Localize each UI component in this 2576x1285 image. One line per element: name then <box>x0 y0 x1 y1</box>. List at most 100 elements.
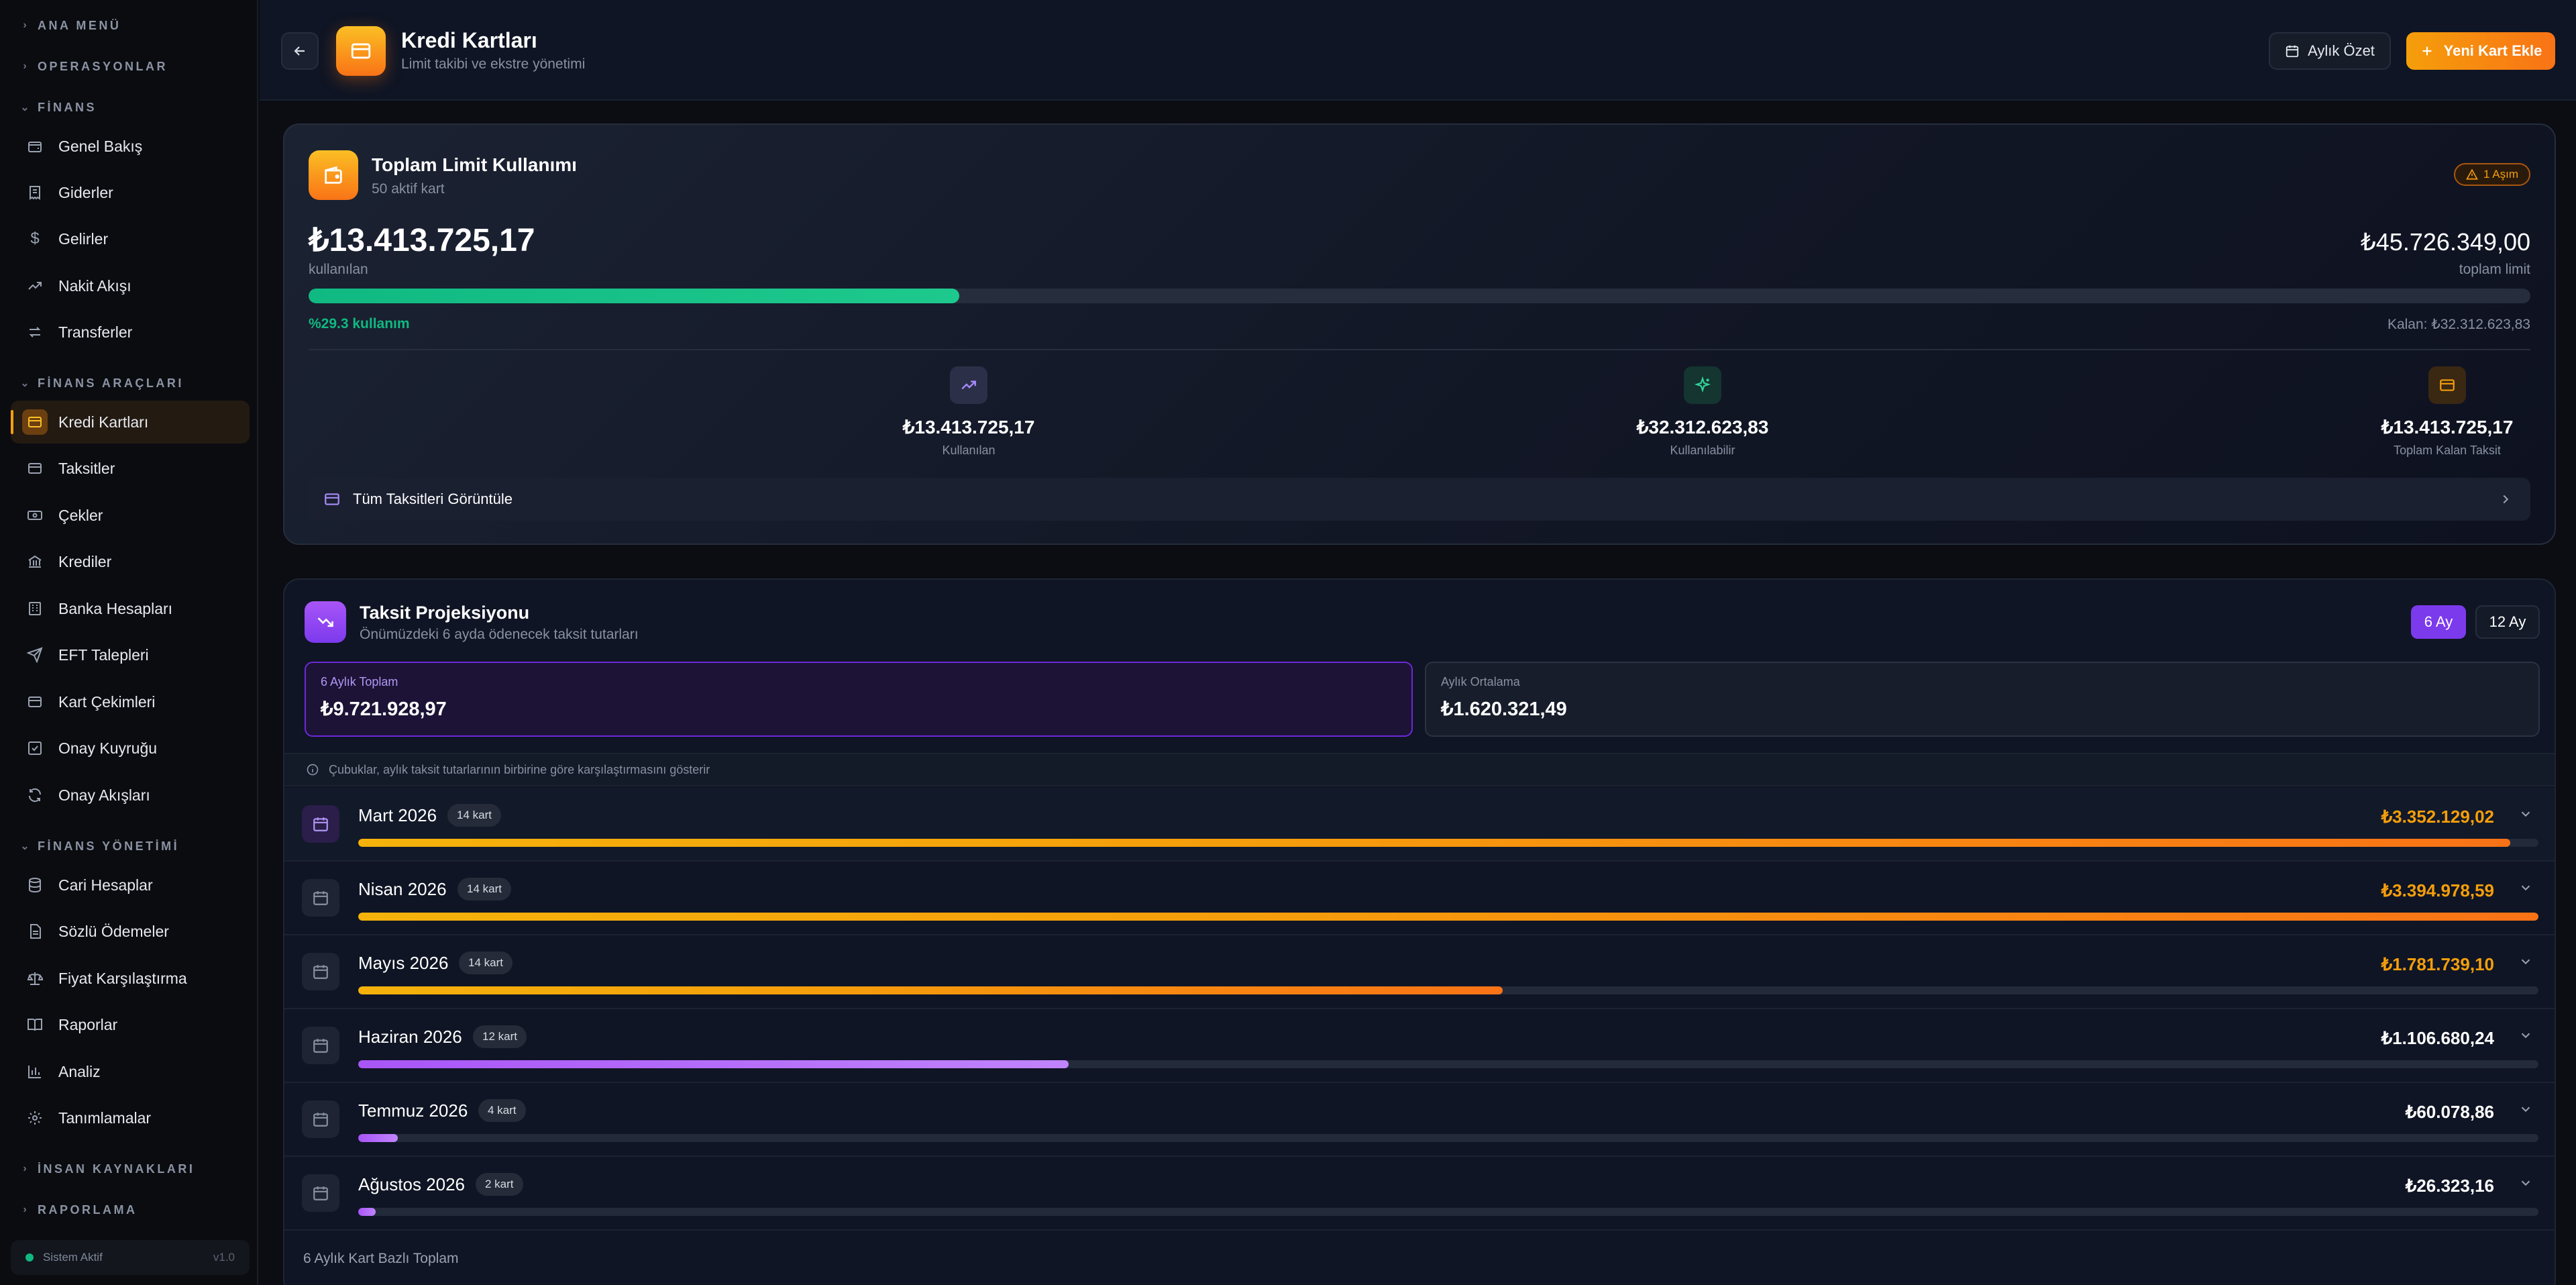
sidebar-item-bank-accounts[interactable]: Banka Hesapları <box>11 587 250 630</box>
chevron-down-icon[interactable] <box>2518 1102 2533 1117</box>
sidebar-item-loans[interactable]: Krediler <box>11 540 250 583</box>
send-icon <box>25 646 44 664</box>
plus-icon <box>2422 46 2432 56</box>
chevron-down-icon[interactable] <box>2518 954 2533 969</box>
sidebar-item-definitions[interactable]: Tanımlamalar <box>11 1096 250 1139</box>
section-human-resources[interactable]: › İNSAN KAYNAKLARI <box>20 1155 195 1182</box>
trend-up-icon <box>25 276 44 295</box>
sidebar-item-overview[interactable]: Genel Bakış <box>11 125 250 168</box>
used-label: kullanılan <box>309 262 368 277</box>
sidebar-item-analysis[interactable]: Analiz <box>11 1050 250 1093</box>
stat-value: ₺32.312.623,83 <box>1636 417 1769 438</box>
over-limit-badge[interactable]: 1 Aşım <box>2454 163 2530 186</box>
month-row[interactable]: Mart 2026 14 kart ₺3.352.129,02 <box>284 788 2555 862</box>
card-count-badge: 2 kart <box>476 1173 523 1196</box>
month-amount: ₺1.106.680,24 <box>2381 1028 2494 1048</box>
sidebar-item-card-withdrawals[interactable]: Kart Çekimleri <box>11 680 250 723</box>
sidebar: › ANA MENÜ › OPERASYONLAR ⌄ FİNANS Genel… <box>0 0 258 1285</box>
view-all-installments-button[interactable]: Tüm Taksitleri Görüntüle <box>309 478 2530 521</box>
bank-icon <box>25 552 44 571</box>
calendar-icon <box>302 953 339 990</box>
month-bar-track <box>358 1134 2538 1142</box>
sidebar-item-approval-queue[interactable]: Onay Kuyruğu <box>11 727 250 770</box>
usage-progress-bar <box>309 289 2530 303</box>
chevron-down-icon[interactable] <box>2518 880 2533 895</box>
section-operations[interactable]: › OPERASYONLAR <box>20 53 168 80</box>
month-bar-fill <box>358 986 1503 994</box>
credit-card-icon <box>22 409 48 435</box>
card-count-badge: 14 kart <box>459 952 513 974</box>
section-finance[interactable]: ⌄ FİNANS <box>20 94 97 121</box>
check-square-icon <box>25 739 44 758</box>
month-amount: ₺60.078,86 <box>2405 1102 2494 1122</box>
add-new-card-button[interactable]: Yeni Kart Ekle <box>2406 32 2555 70</box>
sidebar-item-installments[interactable]: Taksitler <box>11 447 250 490</box>
card-based-total-label: 6 Aylık Kart Bazlı Toplam <box>303 1251 459 1266</box>
month-row[interactable]: Mayıs 2026 14 kart ₺1.781.739,10 <box>284 935 2555 1009</box>
sidebar-item-price-comparison[interactable]: Fiyat Karşılaştırma <box>11 957 250 1000</box>
calendar-icon <box>302 1027 339 1064</box>
refresh-icon <box>25 786 44 805</box>
sidebar-item-cash-flow[interactable]: Nakit Akışı <box>11 264 250 307</box>
sidebar-item-approval-flows[interactable]: Onay Akışları <box>11 774 250 817</box>
tab-12-months[interactable]: 12 Ay <box>2475 605 2540 639</box>
page-title: Kredi Kartları <box>401 28 537 52</box>
sidebar-item-eft-requests[interactable]: EFT Talepleri <box>11 633 250 676</box>
chevron-down-icon: ⌄ <box>20 841 30 852</box>
monthly-summary-button[interactable]: Aylık Özet <box>2269 32 2391 70</box>
month-bar-track <box>358 1208 2538 1216</box>
chevron-down-icon: ⌄ <box>20 102 30 113</box>
stat-value: ₺13.413.725,17 <box>902 417 1035 438</box>
status-text: Sistem Aktif <box>43 1251 103 1264</box>
month-amount: ₺3.394.978,59 <box>2381 880 2494 901</box>
section-reporting[interactable]: › RAPORLAMA <box>20 1196 138 1223</box>
warning-icon <box>2466 168 2478 180</box>
calendar-icon <box>302 1174 339 1212</box>
month-bar-track <box>358 1060 2538 1068</box>
card-count-badge: 14 kart <box>458 878 511 901</box>
trend-down-icon <box>305 601 346 643</box>
info-icon <box>306 763 319 776</box>
chevron-right-icon: › <box>23 19 27 31</box>
tab-6-months[interactable]: 6 Ay <box>2411 605 2466 639</box>
month-name: Temmuz 2026 <box>358 1100 468 1121</box>
book-icon <box>25 1015 44 1034</box>
stat-available: ₺32.312.623,83 Kullanılabilir <box>1568 366 1837 458</box>
stat-used: ₺13.413.725,17 Kullanılan <box>835 366 1103 458</box>
sidebar-item-credit-cards[interactable]: Kredi Kartları <box>11 401 250 444</box>
building-icon <box>25 599 44 618</box>
sparkle-icon <box>1684 366 1721 404</box>
version-label: v1.0 <box>213 1251 235 1264</box>
credit-card-icon <box>2428 366 2466 404</box>
month-row[interactable]: Nisan 2026 14 kart ₺3.394.978,59 <box>284 862 2555 935</box>
six-month-total-label: 6 Aylık Toplam <box>321 675 398 688</box>
info-note: Çubuklar, aylık taksit tutarlarının birb… <box>284 753 2555 786</box>
sidebar-item-income[interactable]: $ Gelirler <box>11 217 250 260</box>
six-month-total-box: 6 Aylık Toplam ₺9.721.928,97 <box>305 662 1413 737</box>
sidebar-item-verbal-payments[interactable]: Sözlü Ödemeler <box>11 910 250 953</box>
section-main-menu[interactable]: › ANA MENÜ <box>20 12 121 39</box>
sidebar-item-transfers[interactable]: Transferler <box>11 311 250 354</box>
receipt-icon <box>25 183 44 202</box>
monthly-average-value: ₺1.620.321,49 <box>1441 699 1567 720</box>
stat-label: Kullanılabilir <box>1670 444 1735 457</box>
sidebar-item-cheques[interactable]: Çekler <box>11 494 250 537</box>
back-button[interactable] <box>281 32 319 70</box>
wallet-icon <box>25 137 44 156</box>
card-count-badge: 4 kart <box>478 1099 526 1122</box>
limit-usage-card: Toplam Limit Kullanımı 50 aktif kart 1 A… <box>283 123 2556 545</box>
sidebar-item-reports[interactable]: Raporlar <box>11 1003 250 1046</box>
month-row[interactable]: Ağustos 2026 2 kart ₺26.323,16 <box>284 1157 2555 1231</box>
month-row[interactable]: Temmuz 2026 4 kart ₺60.078,86 <box>284 1083 2555 1157</box>
sidebar-item-current-accounts[interactable]: Cari Hesaplar <box>11 864 250 907</box>
sidebar-item-expenses[interactable]: Giderler <box>11 171 250 214</box>
chevron-down-icon[interactable] <box>2518 1176 2533 1190</box>
month-bar-fill <box>358 839 2510 847</box>
chevron-down-icon[interactable] <box>2518 1028 2533 1043</box>
arrows-swap-icon <box>25 323 44 342</box>
section-finance-management[interactable]: ⌄ FİNANS YÖNETİMİ <box>20 833 179 860</box>
section-finance-tools[interactable]: ⌄ FİNANS ARAÇLARI <box>20 370 184 397</box>
month-row[interactable]: Haziran 2026 12 kart ₺1.106.680,24 <box>284 1009 2555 1083</box>
page-subtitle: Limit takibi ve ekstre yönetimi <box>401 56 586 72</box>
chevron-down-icon[interactable] <box>2518 807 2533 821</box>
